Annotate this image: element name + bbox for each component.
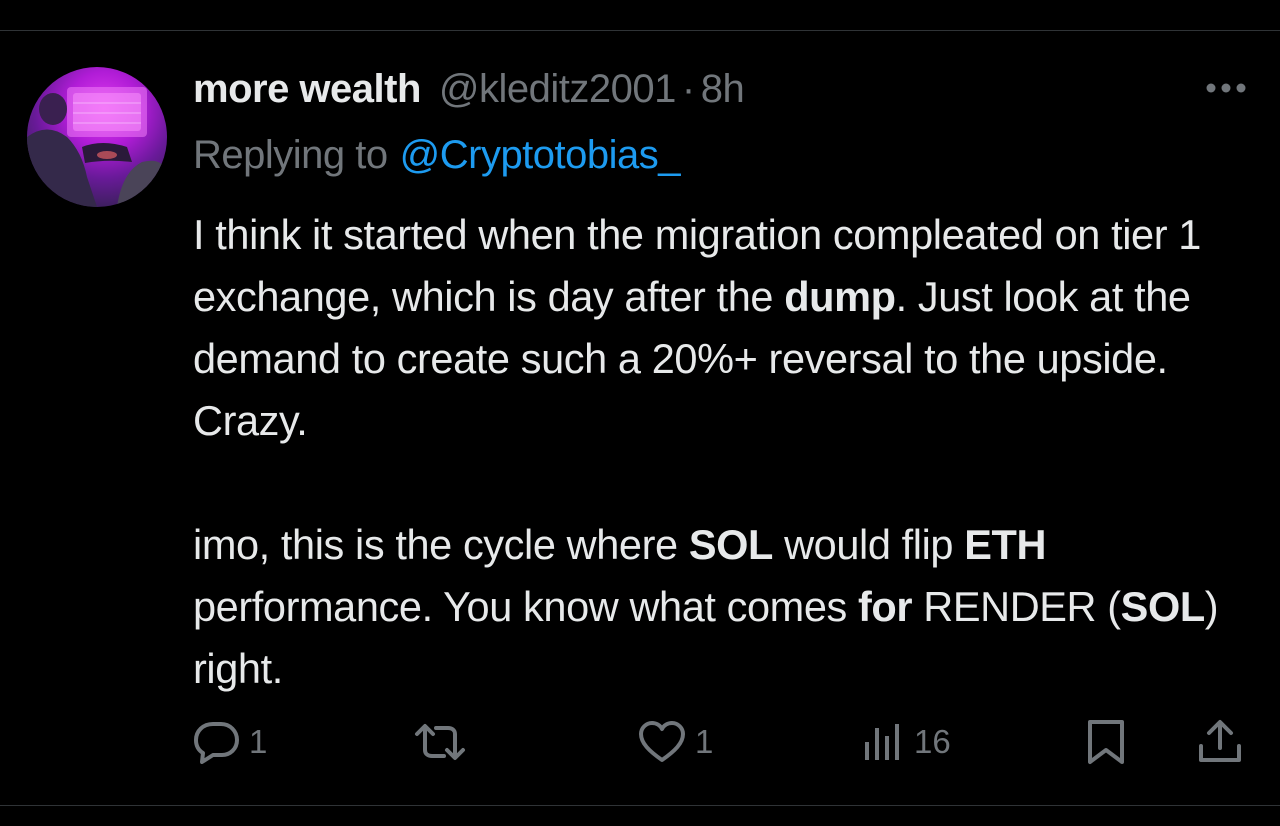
text-segment: RENDER ( [912, 583, 1121, 630]
views-icon [865, 724, 899, 760]
like-count: 1 [695, 723, 714, 760]
display-name[interactable]: more wealth [193, 67, 421, 112]
bookmark-button[interactable] [1086, 712, 1126, 772]
timestamp[interactable]: 8h [701, 67, 745, 112]
views-button[interactable]: 16 [862, 712, 951, 772]
bold-segment: ETH [964, 521, 1047, 568]
tweet-text: I think it started when the migration co… [193, 204, 1263, 700]
tweet-header: more wealth @kleditz2001 · 8h [193, 64, 745, 114]
reply-button[interactable]: 1 [193, 712, 267, 772]
bookmark-icon [1088, 720, 1124, 764]
bold-segment: for [858, 583, 913, 630]
text-segment: imo, this is the cycle where [193, 521, 689, 568]
views-count: 16 [914, 723, 951, 760]
more-options-button[interactable] [1203, 72, 1249, 104]
bold-segment: SOL [1120, 583, 1206, 630]
heart-icon [639, 721, 685, 762]
replying-to-label: Replying to [193, 132, 388, 177]
like-button[interactable]: 1 [637, 712, 713, 772]
top-divider [0, 30, 1280, 31]
share-icon [1199, 720, 1241, 762]
separator-dot: · [681, 66, 695, 111]
avatar-image [27, 87, 167, 207]
text-segment: performance. You know what comes [193, 583, 859, 630]
share-button[interactable] [1196, 712, 1244, 772]
replying-to: Replying to @Cryptotobias_ [193, 130, 681, 180]
repost-button[interactable] [413, 712, 467, 772]
bottom-divider [0, 805, 1280, 806]
tweet-paragraph-1: I think it started when the migration co… [193, 204, 1263, 452]
bold-segment: dump [784, 273, 896, 320]
avatar[interactable] [27, 67, 167, 207]
repost-icon [415, 724, 465, 760]
reply-mention-link[interactable]: @Cryptotobias_ [400, 133, 681, 178]
tweet-paragraph-2: imo, this is the cycle where SOL would f… [193, 514, 1263, 700]
text-segment: would flip [772, 521, 965, 568]
action-bar: 1 1 16 [0, 712, 1280, 772]
bold-segment: SOL [688, 521, 774, 568]
user-handle[interactable]: @kleditz2001 [439, 67, 676, 112]
more-icon [1206, 83, 1246, 93]
reply-icon [194, 722, 239, 764]
reply-count: 1 [249, 723, 268, 760]
